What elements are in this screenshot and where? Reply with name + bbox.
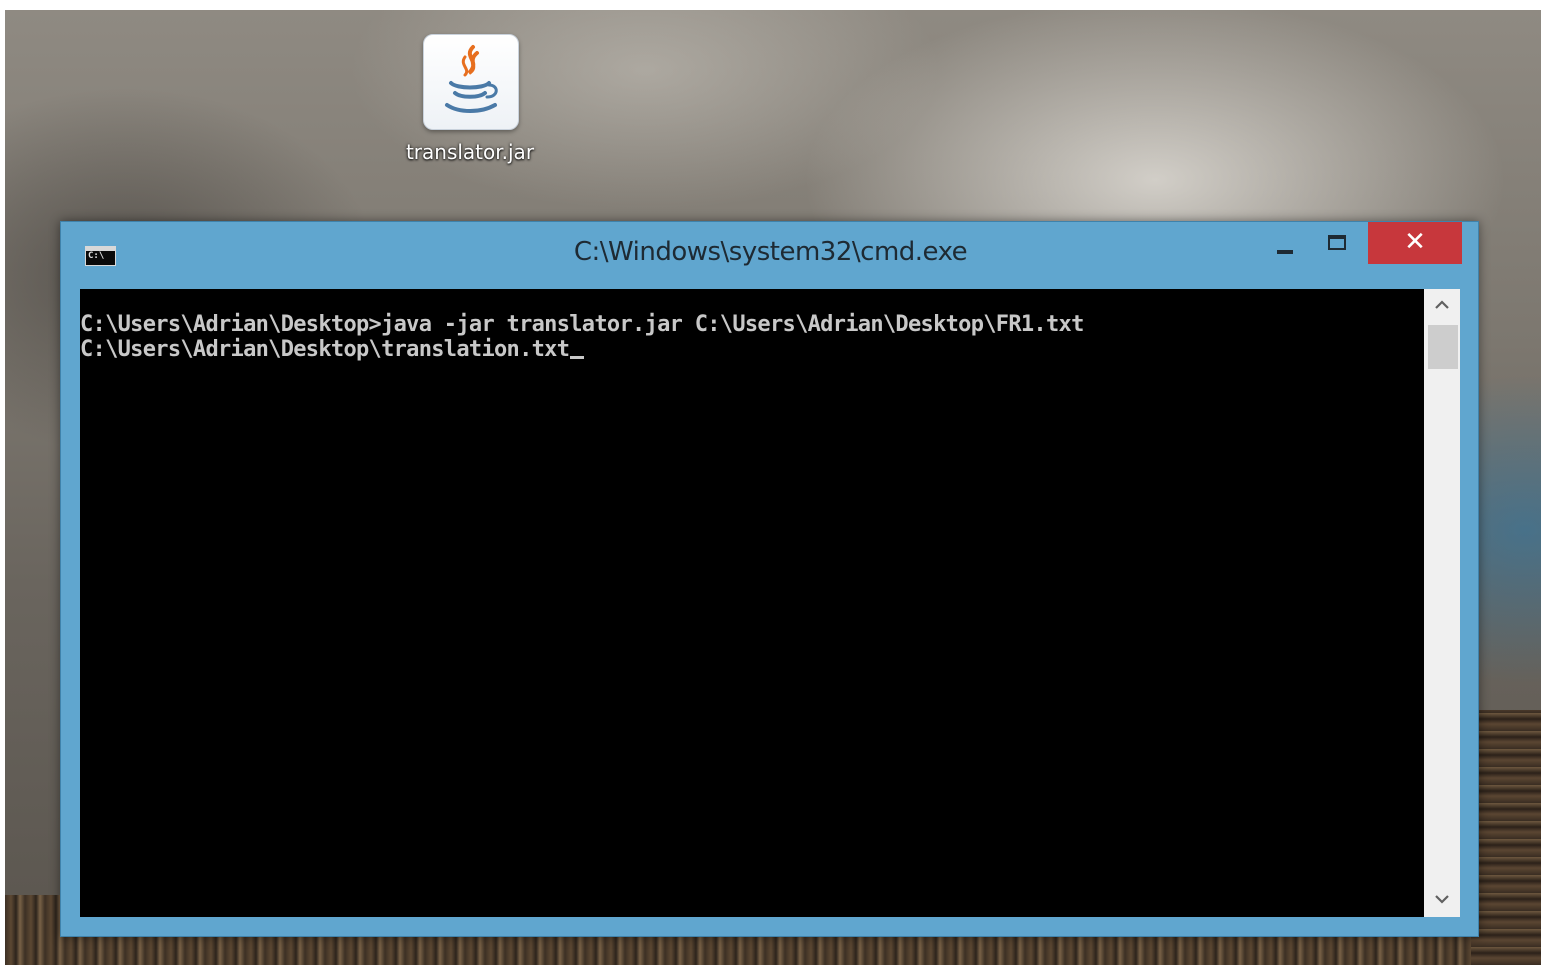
chevron-up-icon: [1435, 300, 1449, 309]
minimize-button[interactable]: [1268, 224, 1304, 266]
maximize-icon: [1328, 235, 1346, 250]
minimize-icon: [1277, 250, 1293, 254]
window-titlebar[interactable]: C:\ C:\Windows\system32\cmd.exe ✕: [61, 222, 1478, 286]
vertical-scrollbar[interactable]: [1424, 289, 1460, 917]
scroll-up-button[interactable]: [1424, 289, 1460, 323]
console-output[interactable]: C:\Users\Adrian\Desktop>java -jar transl…: [80, 289, 1424, 917]
maximize-button[interactable]: [1320, 224, 1356, 266]
desktop-icon-label: translator.jar: [405, 140, 535, 164]
cmd-window[interactable]: C:\ C:\Windows\system32\cmd.exe ✕ C:\Use…: [60, 221, 1479, 937]
chevron-down-icon: [1435, 895, 1449, 904]
wallpaper-building: [1471, 710, 1541, 965]
console-text: C:\Users\Adrian\Desktop>java -jar transl…: [80, 312, 1084, 362]
scroll-thumb[interactable]: [1428, 325, 1458, 369]
close-button[interactable]: ✕: [1368, 222, 1462, 264]
scroll-down-button[interactable]: [1424, 883, 1460, 917]
console-line: C:\Users\Adrian\Desktop\translation.txt: [80, 337, 570, 362]
text-cursor: [570, 356, 585, 359]
desktop-icon-translator-jar[interactable]: translator.jar: [390, 30, 550, 180]
close-icon: ✕: [1404, 227, 1426, 257]
java-jar-icon: [423, 34, 519, 130]
console-line: C:\Users\Adrian\Desktop>java -jar transl…: [80, 312, 1084, 337]
console-line-with-cursor: C:\Users\Adrian\Desktop\translation.txt: [80, 337, 1084, 362]
